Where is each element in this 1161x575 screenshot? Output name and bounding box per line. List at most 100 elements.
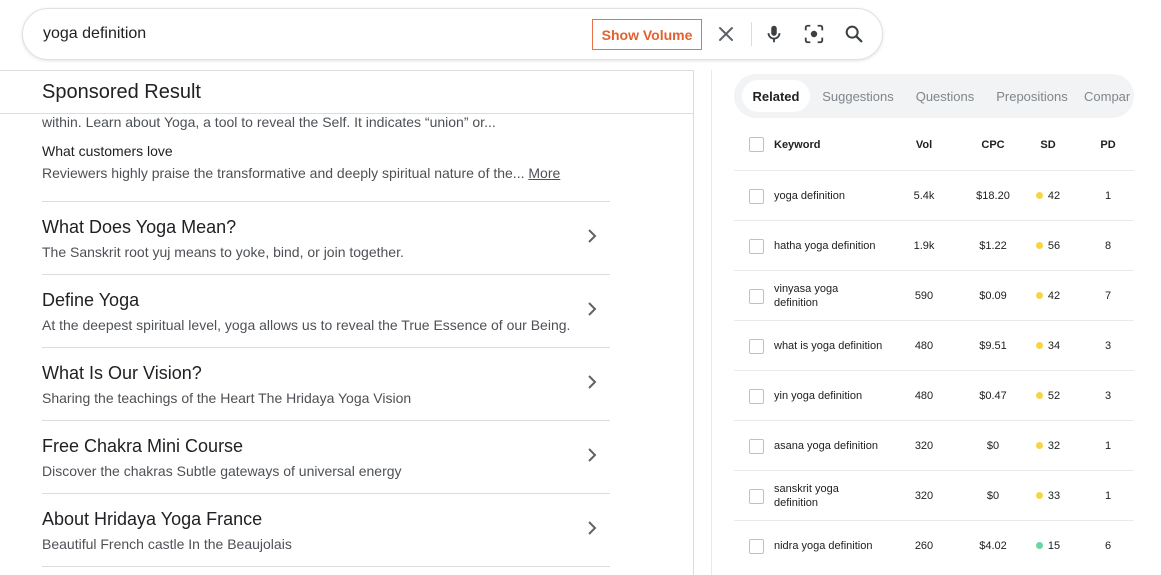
table-row[interactable]: nidra yoga definition 260 $4.02 15 6 (734, 520, 1134, 570)
show-volume-button[interactable]: Show Volume (592, 19, 702, 50)
table-row[interactable]: yin yoga definition 480 $0.47 52 3 (734, 370, 1134, 420)
keyword-cell: nidra yoga definition (774, 539, 873, 552)
table-row[interactable]: yoga definition 5.4k $18.20 42 1 (734, 170, 1134, 220)
camera-lens-icon[interactable] (802, 22, 826, 46)
sd-cell: 15 (1030, 521, 1066, 570)
keyword-tabs: Related Suggestions Questions Prepositio… (734, 74, 1134, 118)
sitelink-title: Define Yoga (42, 290, 140, 310)
volume-cell: 480 (914, 339, 934, 352)
sitelink-title: What Is Our Vision? (42, 363, 202, 383)
row-checkbox[interactable] (749, 389, 764, 404)
chevron-right-icon (588, 521, 597, 535)
sitelink-title: Free Chakra Mini Course (42, 436, 244, 456)
pd-cell: 7 (1104, 289, 1112, 302)
row-checkbox[interactable] (749, 339, 764, 354)
sitelink[interactable]: What Is Our Vision? Sharing the teaching… (42, 347, 610, 420)
keyword-cell: asana yoga definition (774, 439, 878, 452)
row-checkbox[interactable] (749, 439, 764, 454)
sd-value: 52 (1047, 389, 1061, 402)
sitelink-description: At the deepest spiritual level, yoga all… (42, 317, 571, 333)
more-link[interactable]: More (528, 165, 560, 181)
divider (42, 566, 610, 567)
pd-cell: 3 (1104, 339, 1112, 352)
cpc-cell: $4.02 (979, 539, 1007, 552)
tab-prepositions[interactable]: Prepositions (994, 80, 1070, 112)
sponsored-title: Sponsored Result (42, 81, 201, 103)
sitelink-description: Sharing the teachings of the Heart The H… (42, 390, 412, 406)
sitelink[interactable]: What Does Yoga Mean? The Sanskrit root y… (42, 201, 610, 274)
result-snippet: within. Learn about Yoga, a tool to reve… (42, 114, 496, 130)
pd-cell: 1 (1104, 189, 1112, 202)
sitelink[interactable]: Define Yoga At the deepest spiritual lev… (42, 274, 610, 347)
row-checkbox[interactable] (749, 189, 764, 204)
sd-cell: 42 (1030, 171, 1066, 220)
cpc-cell: $0.09 (979, 289, 1007, 302)
row-checkbox[interactable] (749, 539, 764, 554)
tab-related[interactable]: Related (742, 80, 810, 112)
difficulty-dot-icon (1035, 442, 1043, 449)
sd-cell: 33 (1030, 471, 1066, 520)
sd-cell: 42 (1030, 271, 1066, 320)
tab-suggestions[interactable]: Suggestions (820, 80, 896, 112)
row-checkbox[interactable] (749, 239, 764, 254)
search-bar: Show Volume (22, 8, 883, 60)
search-icon[interactable] (842, 22, 866, 46)
sd-value: 15 (1047, 539, 1061, 552)
chevron-right-icon (588, 302, 597, 316)
cpc-cell: $1.22 (979, 239, 1007, 252)
table-row[interactable]: asana yoga definition 320 $0 32 1 (734, 420, 1134, 470)
volume-cell: 5.4k (913, 189, 935, 202)
cpc-cell: $0 (986, 489, 1000, 502)
difficulty-dot-icon (1035, 542, 1043, 549)
select-all-checkbox[interactable] (749, 137, 764, 152)
sitelink[interactable]: Free Chakra Mini Course Discover the cha… (42, 420, 610, 493)
column-header-vol[interactable]: Vol (904, 120, 944, 170)
table-row[interactable]: vinyasa yoga definition 590 $0.09 42 7 (734, 270, 1134, 320)
cpc-cell: $9.51 (979, 339, 1007, 352)
customers-text-body: Reviewers highly praise the transformati… (42, 165, 525, 181)
pd-cell: 8 (1104, 239, 1112, 252)
difficulty-dot-icon (1035, 242, 1043, 249)
sd-cell: 52 (1030, 371, 1066, 420)
cpc-cell: $18.20 (976, 189, 1010, 202)
pd-cell: 3 (1104, 389, 1112, 402)
tab-questions[interactable]: Questions (912, 80, 978, 112)
difficulty-dot-icon (1035, 292, 1043, 299)
table-header: Keyword Vol CPC SD PD (734, 120, 1134, 170)
chevron-right-icon (588, 375, 597, 389)
sitelink[interactable]: About Hridaya Yoga France Beautiful Fren… (42, 493, 610, 566)
column-header-pd[interactable]: PD (1093, 120, 1123, 170)
microphone-icon[interactable] (762, 22, 786, 46)
search-results: Sponsored Result within. Learn about Yog… (0, 70, 694, 575)
volume-cell: 320 (914, 439, 934, 452)
pd-cell: 6 (1104, 539, 1112, 552)
keyword-panel: Related Suggestions Questions Prepositio… (711, 70, 1161, 575)
search-input[interactable] (43, 23, 583, 45)
pd-cell: 1 (1104, 489, 1112, 502)
volume-cell: 320 (914, 489, 934, 502)
search-divider (751, 22, 752, 46)
keyword-cell: what is yoga definition (774, 339, 883, 352)
row-checkbox[interactable] (749, 289, 764, 304)
clear-icon[interactable] (714, 22, 738, 46)
column-header-cpc[interactable]: CPC (969, 120, 1017, 170)
tab-comparisons[interactable]: Compar (1084, 80, 1134, 112)
table-row[interactable]: what is yoga definition 480 $9.51 34 3 (734, 320, 1134, 370)
column-header-keyword[interactable]: Keyword (774, 120, 884, 170)
chevron-right-icon (588, 448, 597, 462)
row-checkbox[interactable] (749, 489, 764, 504)
chevron-right-icon (588, 229, 597, 243)
keyword-cell: yin yoga definition (774, 389, 863, 402)
sitelink-description: Discover the chakras Subtle gateways of … (42, 463, 402, 479)
table-row[interactable]: sanskrit yoga definition 320 $0 33 1 (734, 470, 1134, 520)
sd-value: 32 (1047, 439, 1061, 452)
sd-cell: 32 (1030, 421, 1066, 470)
sd-value: 56 (1047, 239, 1061, 252)
sd-cell: 56 (1030, 221, 1066, 270)
difficulty-dot-icon (1035, 192, 1043, 199)
sitelink-description: The Sanskrit root yuj means to yoke, bin… (42, 244, 404, 260)
sitelink-description: Beautiful French castle In the Beaujolai… (42, 536, 292, 552)
table-row[interactable]: hatha yoga definition 1.9k $1.22 56 8 (734, 220, 1134, 270)
column-header-sd[interactable]: SD (1030, 120, 1066, 170)
sd-value: 33 (1047, 489, 1061, 502)
